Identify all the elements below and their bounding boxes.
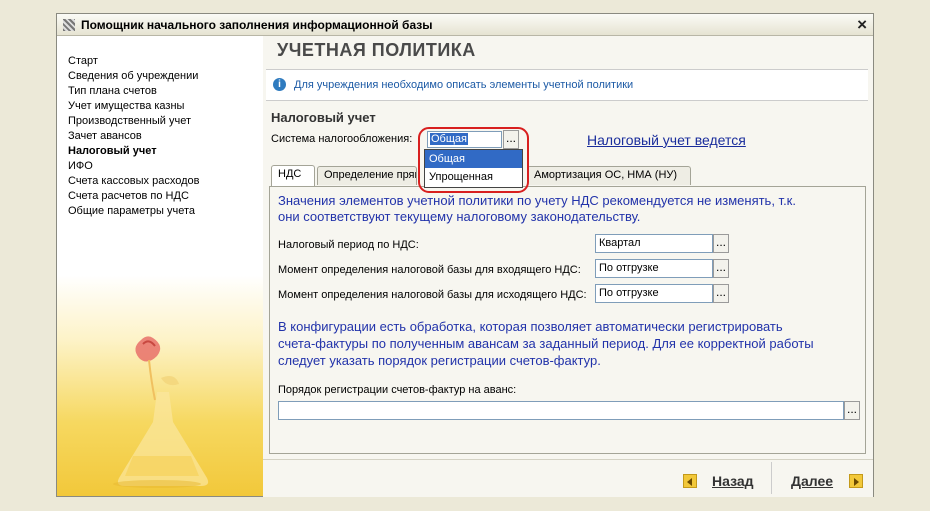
window-title: Помощник начального заполнения информаци… [81, 18, 433, 32]
advance-invoice-order-choose-button[interactable]: ... [844, 401, 860, 420]
title-bar: Помощник начального заполнения информаци… [57, 14, 873, 36]
vat-tab-panel: Значения элементов учетной политики по у… [269, 186, 866, 454]
arrow-left-icon [683, 474, 697, 488]
vat-period-choose-button[interactable]: ... [713, 234, 729, 253]
sidebar-item-institution-info[interactable]: Сведения об учреждении [68, 69, 199, 84]
page-title: УЧЕТНАЯ ПОЛИТИКА [277, 40, 476, 60]
close-icon[interactable]: × [857, 15, 867, 35]
outgoing-vat-base-label: Момент определения налоговой базы для ис… [278, 289, 587, 301]
arrow-right-icon [849, 474, 864, 488]
vat-period-value[interactable]: Квартал [595, 234, 713, 253]
sidebar-item-chart-type[interactable]: Тип плана счетов [68, 84, 199, 99]
info-text: Для учреждения необходимо описать элемен… [294, 79, 634, 91]
sidebar-item-production-accounting[interactable]: Производственный учет [68, 114, 199, 129]
back-button[interactable]: Назад [683, 473, 754, 489]
dropdown-option-general[interactable]: Общая [425, 150, 522, 168]
back-button-label: Назад [712, 473, 754, 489]
advance-invoice-order-label: Порядок регистрации счетов-фактур на ава… [278, 384, 517, 396]
sidebar-item-treasury-property[interactable]: Учет имущества казны [68, 99, 199, 114]
incoming-vat-base-value[interactable]: По отгрузке [595, 259, 713, 278]
next-button[interactable]: Далее [791, 473, 864, 489]
incoming-vat-base-select[interactable]: По отгрузке ... [595, 259, 729, 278]
tax-system-label: Система налогообложения: [271, 133, 413, 145]
vat-period-label: Налоговый период по НДС: [278, 239, 419, 251]
app-icon [63, 19, 75, 31]
advance-invoice-order-value[interactable] [278, 401, 844, 420]
incoming-vat-base-label: Момент определения налоговой базы для вх… [278, 264, 581, 276]
sidebar-item-start[interactable]: Старт [68, 54, 199, 69]
section-title: Налоговый учет [271, 110, 376, 125]
outgoing-vat-base-select[interactable]: По отгрузке ... [595, 284, 729, 303]
tax-system-dropdown[interactable]: Общая Упрощенная [424, 149, 523, 188]
tax-system-value: Общая [430, 133, 468, 145]
outgoing-vat-base-value[interactable]: По отгрузке [595, 284, 713, 303]
tax-system-select[interactable]: Общая ... [427, 130, 520, 150]
vat-period-select[interactable]: Квартал ... [595, 234, 729, 253]
tab-direct-costs[interactable]: Определение прямых [317, 166, 417, 185]
outgoing-vat-base-choose-button[interactable]: ... [713, 284, 729, 303]
rose-flask-icon [113, 336, 209, 488]
next-button-label: Далее [791, 473, 834, 489]
sidebar-item-advance-offset[interactable]: Зачет авансов [68, 129, 199, 144]
vat-note-line2: они соответствуют текущему налоговому за… [278, 209, 641, 224]
tax-system-value-field[interactable]: Общая [427, 131, 502, 148]
tax-accounting-link[interactable]: Налоговый учет ведется [587, 132, 746, 148]
tax-system-choose-button[interactable]: ... [503, 130, 519, 149]
sidebar-item-ifo[interactable]: ИФО [68, 159, 199, 174]
footer-separator [771, 462, 772, 494]
dropdown-option-simplified[interactable]: Упрощенная [425, 168, 522, 186]
sidebar-item-tax-accounting[interactable]: Налоговый учет [68, 144, 199, 159]
tab-vat[interactable]: НДС [271, 165, 315, 186]
sidebar-nav: Старт Сведения об учреждении Тип плана с… [68, 54, 199, 219]
info-bar: i Для учреждения необходимо описать элем… [266, 69, 868, 101]
advance-invoice-order-select[interactable]: ... [278, 401, 860, 420]
footer: Назад Далее [263, 459, 873, 497]
vat-note-line1: Значения элементов учетной политики по у… [278, 193, 796, 208]
tab-depreciation[interactable]: Амортизация ОС, НМА (НУ) [527, 166, 691, 185]
main-area: УЧЕТНАЯ ПОЛИТИКА i Для учреждения необхо… [263, 36, 873, 459]
sidebar-item-vat-accounts[interactable]: Счета расчетов по НДС [68, 189, 199, 204]
info-icon: i [273, 78, 286, 91]
sidebar-item-general-params[interactable]: Общие параметры учета [68, 204, 199, 219]
processing-note-line2: счета-фактуры по полученным авансам за з… [278, 336, 814, 351]
assistant-window: Помощник начального заполнения информаци… [56, 13, 874, 497]
processing-note-line1: В конфигурации есть обработка, которая п… [278, 319, 783, 334]
incoming-vat-base-choose-button[interactable]: ... [713, 259, 729, 278]
sidebar: Старт Сведения об учреждении Тип плана с… [57, 36, 263, 496]
processing-note-line3: следует указать порядок регистрации счет… [278, 353, 601, 368]
sidebar-item-cash-expense-accounts[interactable]: Счета кассовых расходов [68, 174, 199, 189]
